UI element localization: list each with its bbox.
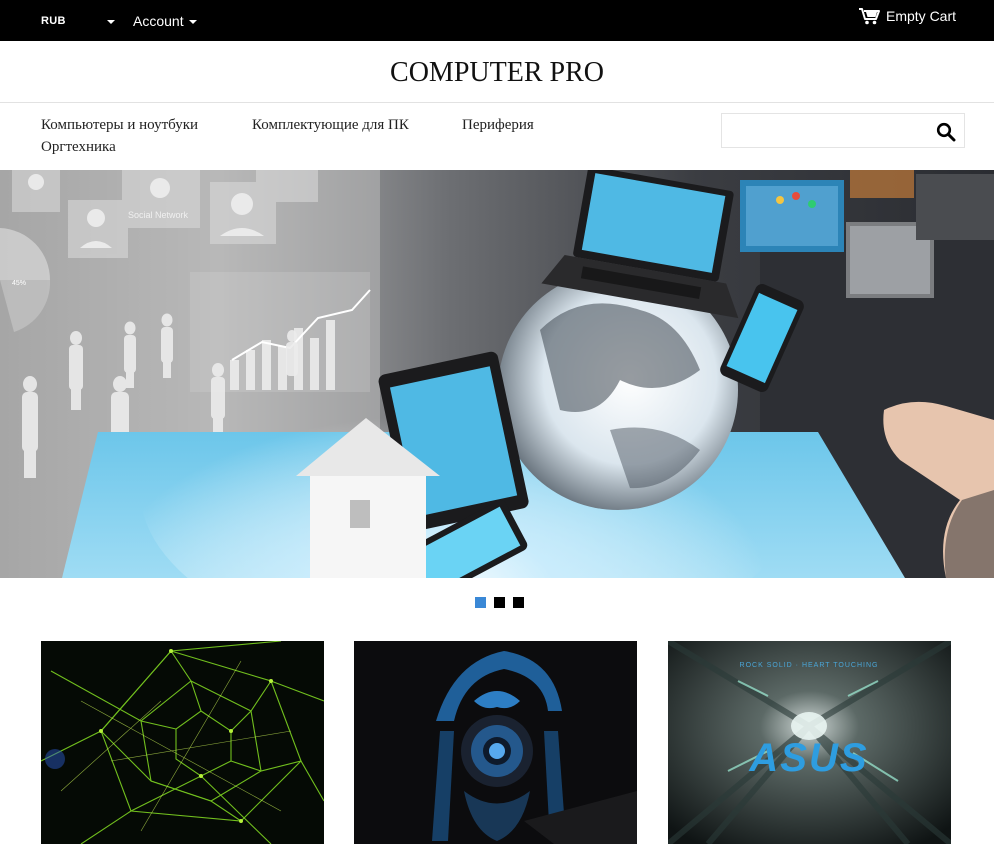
slider-dot-1[interactable] bbox=[475, 597, 486, 608]
hero-percent-label: 45% bbox=[12, 280, 26, 287]
asus-brand: ASUS bbox=[748, 736, 868, 780]
green-network-image bbox=[41, 641, 324, 844]
account-caret-icon[interactable] bbox=[189, 20, 197, 24]
hero-illustration: Social Network 45% bbox=[0, 170, 994, 578]
slider-dot-3[interactable] bbox=[513, 597, 524, 608]
promo-tile-3[interactable]: ROCK SOLID · HEART TOUCHING ASUS bbox=[668, 641, 951, 844]
nav-item-computers[interactable]: Компьютеры и ноутбуки bbox=[41, 117, 198, 134]
blue-dragon-image bbox=[354, 641, 637, 844]
slider-pagination bbox=[475, 597, 532, 608]
nav-item-office-equipment[interactable]: Оргтехника bbox=[41, 139, 116, 156]
top-bar: RUB Account Empty Cart bbox=[0, 0, 994, 41]
currency-selector[interactable]: RUB bbox=[41, 15, 66, 27]
hero-banner[interactable]: Social Network 45% bbox=[0, 170, 994, 578]
account-menu[interactable]: Account bbox=[133, 13, 184, 29]
cart-label: Empty Cart bbox=[886, 8, 957, 24]
asus-tagline: ROCK SOLID · HEART TOUCHING bbox=[740, 662, 879, 669]
search-form bbox=[721, 113, 965, 148]
promo-tile-2[interactable] bbox=[354, 641, 637, 844]
header-divider bbox=[0, 102, 994, 103]
promo-tile-1[interactable] bbox=[41, 641, 324, 844]
asus-tunnel-image: ROCK SOLID · HEART TOUCHING ASUS bbox=[668, 641, 951, 844]
nav-item-peripherals[interactable]: Периферия bbox=[462, 117, 534, 134]
search-icon[interactable] bbox=[936, 122, 956, 142]
slider-dot-2[interactable] bbox=[494, 597, 505, 608]
site-logo[interactable]: COMPUTER PRO bbox=[0, 41, 994, 102]
search-input[interactable] bbox=[728, 120, 928, 144]
cart-icon bbox=[859, 8, 880, 25]
nav-item-components[interactable]: Комплектующие для ПК bbox=[252, 117, 409, 134]
hero-social-label: Social Network bbox=[128, 210, 189, 220]
currency-caret-icon[interactable] bbox=[107, 20, 115, 24]
cart-link[interactable]: Empty Cart bbox=[858, 5, 956, 27]
